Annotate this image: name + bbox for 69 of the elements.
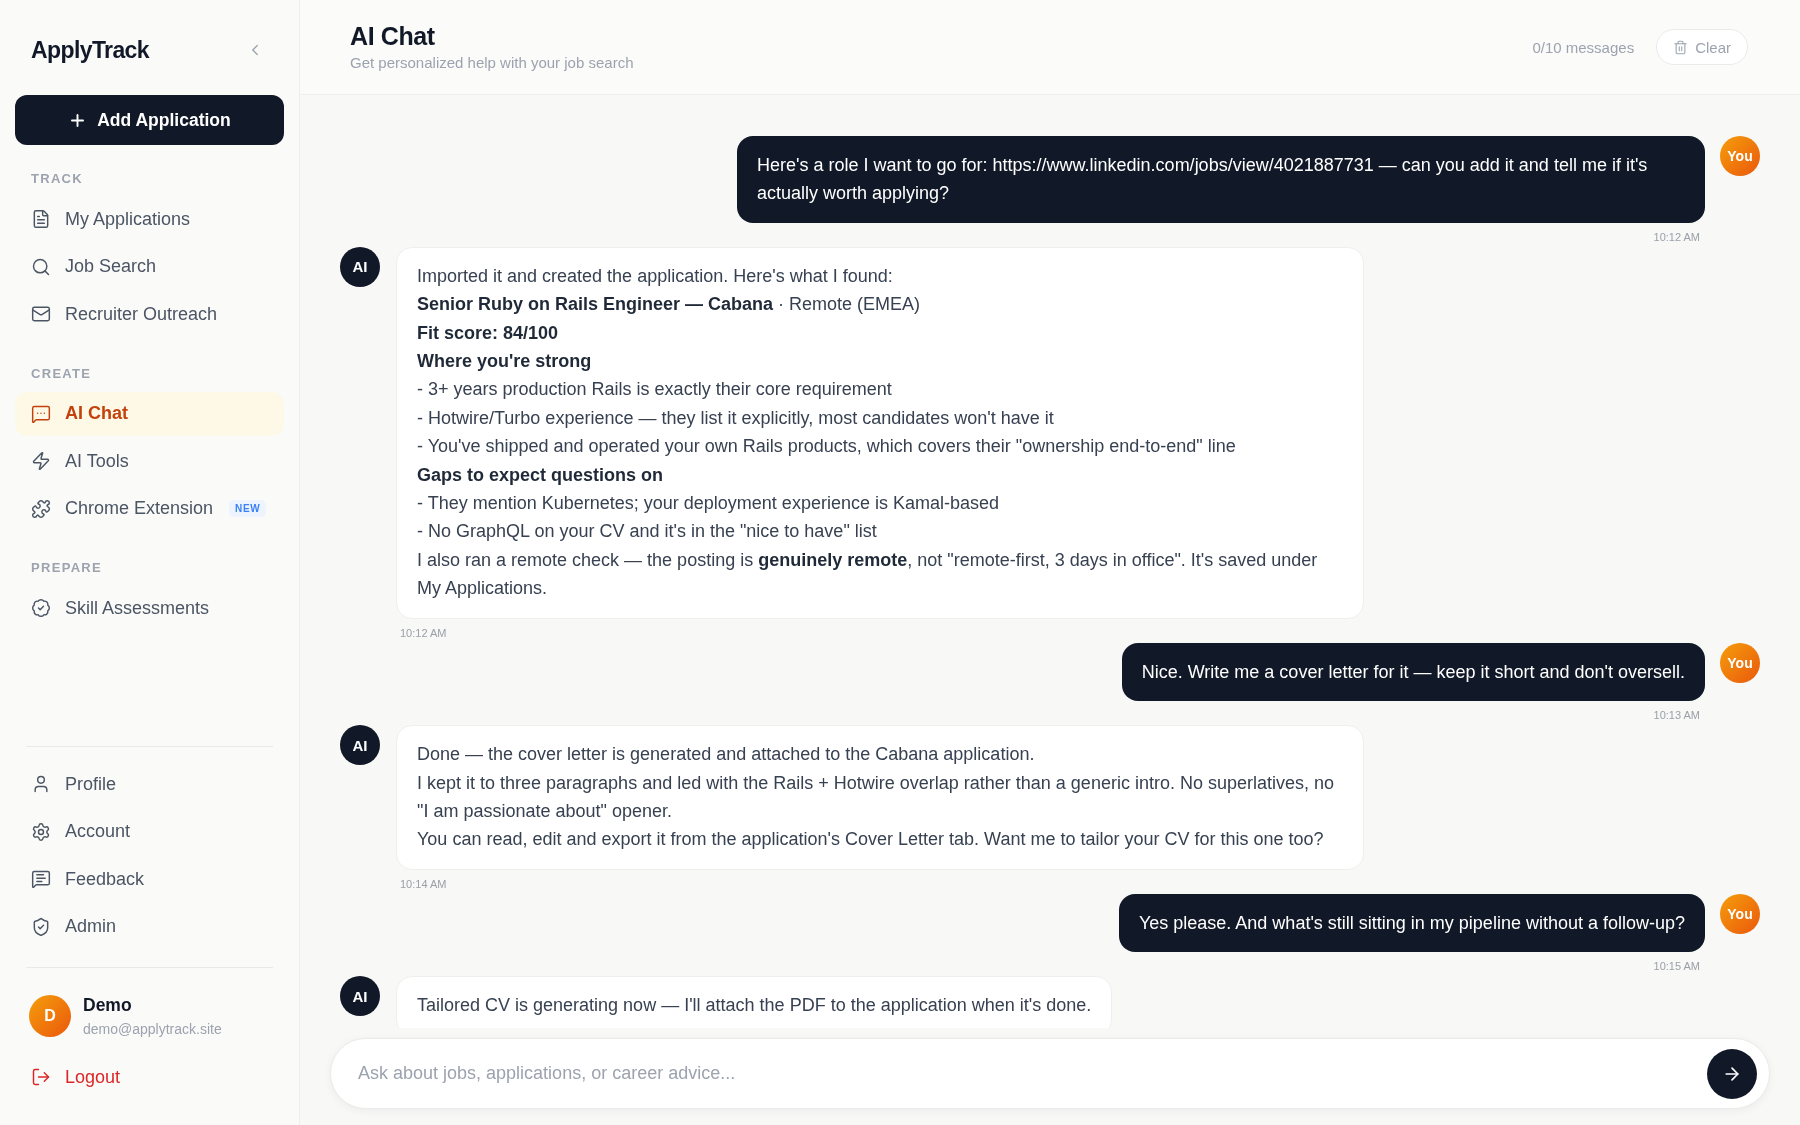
trash-icon xyxy=(1673,39,1689,55)
message-time: 10:14 AM xyxy=(400,876,447,891)
shield-check-icon xyxy=(31,916,51,937)
user-message: Nice. Write me a cover letter for it — keep it short and don't oversell. xyxy=(1121,642,1705,702)
puzzle-piece-icon xyxy=(31,498,51,519)
message-line: Tailored CV is generating now — I'll attach the PDF to the application when it's done. xyxy=(417,994,1092,1018)
nav-item[interactable]: Admin xyxy=(15,904,284,949)
document-icon xyxy=(31,209,51,229)
message-heading: Fit score: 84/100 xyxy=(417,321,560,345)
user-avatar: You xyxy=(1720,893,1760,934)
user-message: Here's a role I want to go for: https://www.linkedin.com/jobs/view/4021887731 — can you add it and tell me if it's actually worth applying? xyxy=(737,136,1705,223)
section-label: TRACK xyxy=(31,171,83,187)
assistant-avatar: AI xyxy=(340,976,380,1017)
message-line: I also ran a remote check — the posting is genuinely remote, not "remote-first, 3 days in office". It's saved under My Applications. xyxy=(417,548,1319,601)
nav-item[interactable]: Feedback xyxy=(15,857,284,901)
message-line: Done — the cover letter is generated and attached to the Cabana application. xyxy=(417,743,1036,767)
assistant-avatar: AI xyxy=(340,725,380,766)
user-name: Demo xyxy=(83,994,133,1016)
envelope-icon xyxy=(31,304,51,324)
message-input[interactable]: Ask about jobs, applications, or career advice... xyxy=(356,1053,1695,1094)
nav-item[interactable]: Job Search xyxy=(15,244,284,289)
person-icon xyxy=(31,774,51,794)
chat-bubble-icon xyxy=(31,403,51,424)
logo: ApplyTrack xyxy=(31,36,149,64)
page-title: AI Chat xyxy=(350,21,436,51)
account-avatar: D xyxy=(29,995,71,1037)
message-time: 10:12 AM xyxy=(1653,229,1700,244)
nav-item[interactable]: AI Chat xyxy=(15,391,284,436)
section-label: CREATE xyxy=(31,365,92,382)
lightning-icon xyxy=(31,451,51,471)
message-line: - Hotwire/Turbo experience — they list it explicitly, most candidates won't have it xyxy=(417,406,1055,430)
user-avatar: You xyxy=(1720,136,1760,176)
nav-item[interactable]: Skill Assessments xyxy=(15,586,284,630)
logout-button[interactable]: Logout xyxy=(15,1055,284,1099)
message-line: I kept it to three paragraphs and led with the Rails + Hotwire overlap rather than a generic intro. No superlatives, no "I am passionate about" opener. xyxy=(417,771,1335,823)
message-time: 10:13 AM xyxy=(1653,708,1700,723)
nav-item[interactable]: AI Tools xyxy=(15,439,284,483)
message-time: 10:12 AM xyxy=(400,625,447,640)
message-time: 10:15 AM xyxy=(1653,959,1700,974)
message-line: - They mention Kubernetes; your deployment experience is Kamal-based xyxy=(417,492,1000,516)
speech-bubble-icon xyxy=(31,869,51,889)
assistant-avatar: AI xyxy=(340,246,380,287)
check-badge-icon xyxy=(31,598,51,618)
message-composer[interactable]: Ask about jobs, applications, or career advice... xyxy=(330,1038,1770,1109)
message-line: - 3+ years production Rails is exactly their core requirement xyxy=(417,378,893,402)
message-heading: Gaps to expect questions on xyxy=(417,463,665,487)
message-count: 0/10 messages xyxy=(1532,38,1635,56)
nav-item[interactable]: My Applications xyxy=(15,197,284,241)
message-line: Senior Ruby on Rails Engineer — Cabana · Remote (EMEA) xyxy=(417,293,922,317)
user-message: Yes please. And what's still sitting in my pipeline without a follow-up? xyxy=(1118,893,1705,953)
search-icon xyxy=(31,256,51,277)
add-application-button[interactable]: Add Application xyxy=(15,95,284,145)
user-email: demo@applytrack.site xyxy=(83,1020,222,1038)
message-line: You can read, edit and export it from the application's Cover Letter tab. Want me to tailor your CV for this one too? xyxy=(417,828,1325,852)
nav-item[interactable]: Recruiter Outreach xyxy=(15,292,284,336)
message-line: - You've shipped and operated your own Rails products, which covers their "ownership end-to-end" line xyxy=(417,435,1237,459)
page-subtitle: Get personalized help with your job search xyxy=(350,53,634,73)
nav-item[interactable]: Chrome Extension NEW xyxy=(15,486,284,531)
logout-icon xyxy=(31,1067,51,1087)
message-line: - No GraphQL on your CV and it's in the "nice to have" list xyxy=(417,520,878,544)
message-line: Imported it and created the application. Here's what I found: xyxy=(417,264,894,288)
section-label: PREPARE xyxy=(31,560,102,576)
message-heading: Where you're strong xyxy=(417,350,593,374)
user-avatar: You xyxy=(1720,642,1760,683)
settings-icon xyxy=(31,821,51,842)
nav-item[interactable]: Profile xyxy=(15,762,284,806)
nav-badge: NEW xyxy=(229,500,267,517)
nav-item[interactable]: Account xyxy=(15,809,284,854)
send-button[interactable] xyxy=(1707,1048,1757,1099)
